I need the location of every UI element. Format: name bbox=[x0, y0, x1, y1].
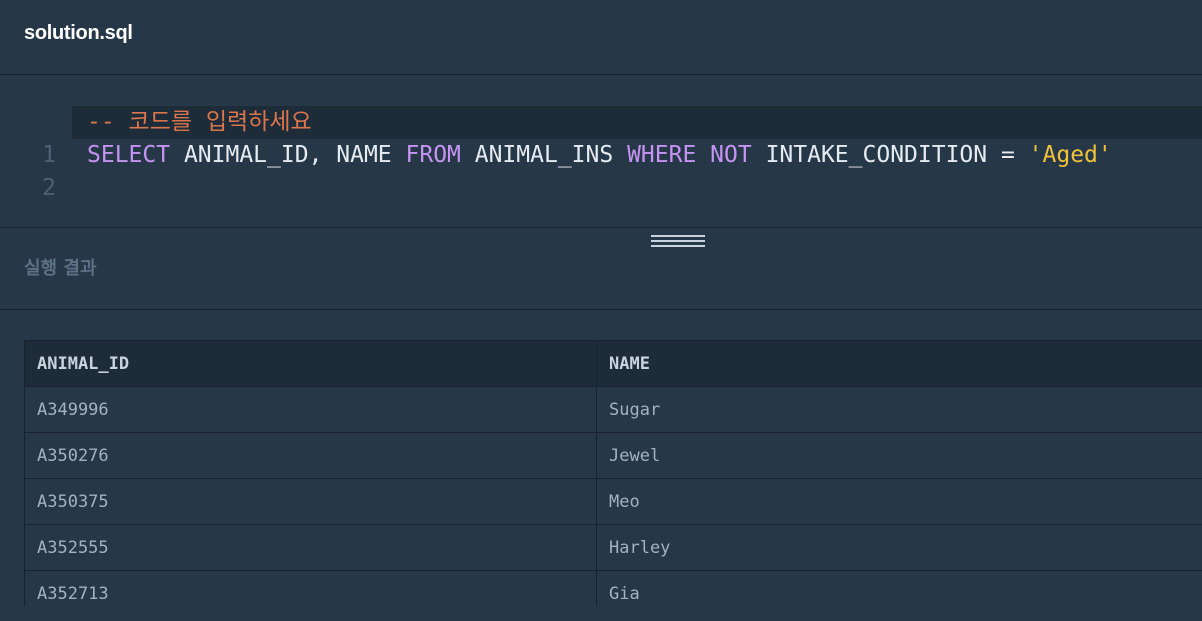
table-row: A350375 Meo bbox=[24, 478, 1202, 525]
sql-editor-page: solution.sql 1 -- 코드를 입력하세요 2 SELECT ANI… bbox=[0, 0, 1202, 621]
column-header: NAME bbox=[596, 340, 1202, 387]
resize-handle[interactable] bbox=[651, 235, 705, 249]
handle-bar bbox=[651, 235, 705, 237]
table-cell: Jewel bbox=[596, 432, 1202, 479]
table-row: A349996 Sugar bbox=[24, 386, 1202, 433]
file-name: solution.sql bbox=[24, 22, 133, 44]
line-content[interactable]: SELECT ANIMAL_ID, NAME FROM ANIMAL_INS W… bbox=[72, 139, 1202, 172]
column-header: ANIMAL_ID bbox=[24, 340, 597, 387]
code-token-plain: INTAKE_CONDITION = bbox=[751, 142, 1029, 168]
handle-bar bbox=[651, 240, 705, 242]
table-cell: A352555 bbox=[24, 524, 597, 571]
table-row: A352555 Harley bbox=[24, 524, 1202, 571]
code-token-kw: SELECT bbox=[87, 142, 171, 168]
table-header-row: ANIMAL_ID NAME bbox=[24, 340, 1202, 387]
file-header: solution.sql bbox=[0, 0, 1202, 75]
code-token-str: 'Aged' bbox=[1028, 142, 1112, 168]
table-row: A350276 Jewel bbox=[24, 432, 1202, 479]
table-row: A352713 Gia bbox=[24, 570, 1202, 606]
code-line-1[interactable]: 1 -- 코드를 입력하세요 bbox=[0, 106, 1202, 168]
table-cell: Harley bbox=[596, 524, 1202, 571]
results-title: 실행 결과 bbox=[24, 258, 97, 279]
table-cell: A352713 bbox=[24, 570, 597, 606]
table-cell: A350375 bbox=[24, 478, 597, 525]
results-table: ANIMAL_ID NAME A349996 Sugar A350276 Jew… bbox=[24, 340, 1202, 606]
code-token-kw: WHERE bbox=[627, 142, 697, 168]
code-editor[interactable]: 1 -- 코드를 입력하세요 2 SELECT ANIMAL_ID, NAME … bbox=[0, 76, 1202, 228]
table-cell: A350276 bbox=[24, 432, 597, 479]
results-header: 실행 결과 bbox=[0, 229, 1202, 310]
code-line-2[interactable]: 2 SELECT ANIMAL_ID, NAME FROM ANIMAL_INS… bbox=[0, 139, 1202, 201]
code-token-kw: NOT bbox=[710, 142, 752, 168]
code-token-kw: FROM bbox=[405, 142, 461, 168]
code-token-plain: ANIMAL_INS bbox=[460, 142, 628, 168]
code-token-plain: ANIMAL_ID, NAME bbox=[170, 142, 406, 168]
handle-bar bbox=[651, 245, 705, 247]
table-cell: Meo bbox=[596, 478, 1202, 525]
table-cell: Gia bbox=[596, 570, 1202, 606]
line-content[interactable]: -- 코드를 입력하세요 bbox=[72, 106, 1202, 139]
table-cell: Sugar bbox=[596, 386, 1202, 433]
line-number: 2 bbox=[42, 175, 56, 201]
table-body: A349996 Sugar A350276 Jewel A350375 Meo … bbox=[24, 386, 1202, 606]
table-cell: A349996 bbox=[24, 386, 597, 433]
code-token-comment: -- 코드를 입력하세요 bbox=[87, 109, 312, 135]
results-table-wrapper[interactable]: ANIMAL_ID NAME A349996 Sugar A350276 Jew… bbox=[24, 340, 1202, 606]
